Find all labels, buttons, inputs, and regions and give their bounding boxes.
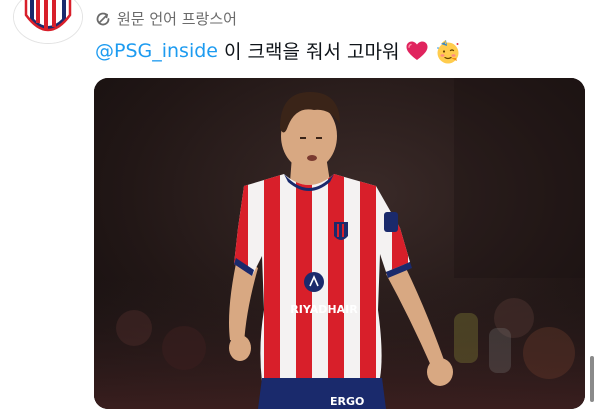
post-text: @PSG_inside 이 크랙을 줘서 고마워 (95, 37, 459, 64)
avatar[interactable] (13, 0, 83, 44)
red-heart-icon (405, 39, 429, 63)
scrollbar[interactable] (590, 356, 594, 402)
post-message: 이 크랙을 줘서 고마워 (224, 41, 400, 63)
post-media-image[interactable]: RIYADHAIR ERGO (94, 78, 585, 409)
jersey-sponsor-text: RIYADHAIR (290, 303, 358, 316)
translated-from-row[interactable]: 원문 언어 프랑스어 (95, 8, 237, 29)
translate-icon (95, 11, 111, 27)
partying-face-icon (435, 39, 459, 63)
shorts-sponsor-text: ERGO (330, 395, 364, 408)
atletico-crest-icon (14, 0, 82, 43)
mention-link[interactable]: @PSG_inside (95, 40, 218, 62)
player-photo: RIYADHAIR ERGO (94, 78, 585, 409)
translate-label: 원문 언어 프랑스어 (117, 10, 237, 28)
